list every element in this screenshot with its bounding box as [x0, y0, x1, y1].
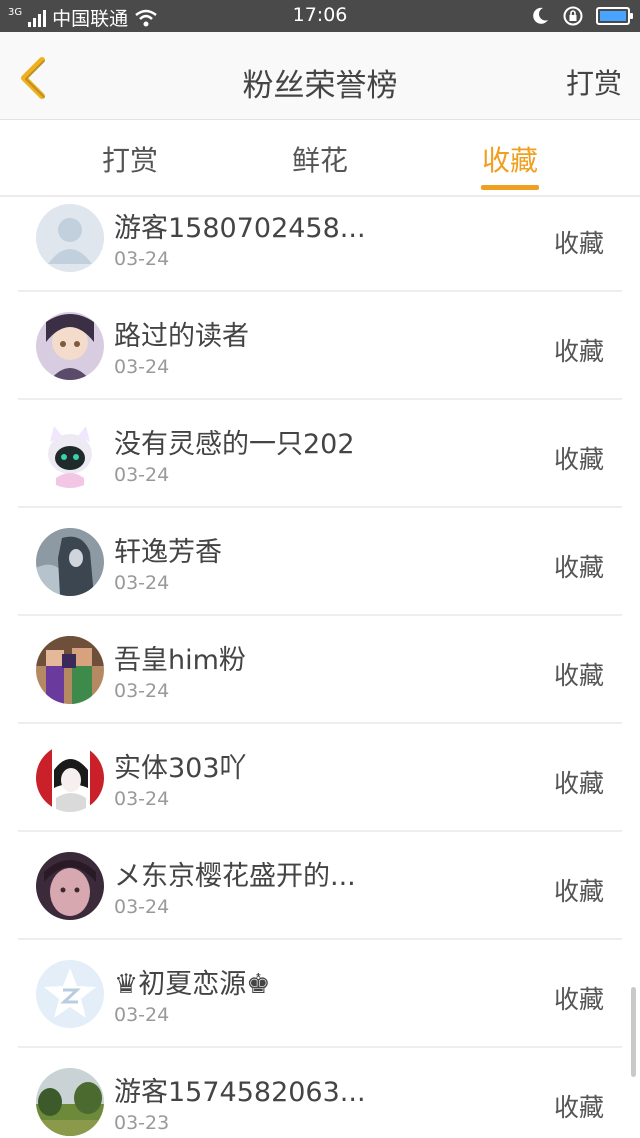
reward-button[interactable]: 打赏	[566, 62, 622, 102]
item-action-label: 收藏	[553, 661, 604, 690]
tab-favorites[interactable]: 收藏	[450, 139, 570, 179]
default-user-avatar	[36, 204, 104, 272]
status-right	[530, 5, 633, 27]
item-date: 03-24	[114, 896, 170, 918]
user-name: メ东京樱花盛开的...	[114, 861, 356, 892]
user-name: 游客1580702458...	[114, 213, 366, 244]
item-date: 03-24	[114, 680, 170, 702]
scrollbar[interactable]	[631, 987, 636, 1077]
item-action-label: 收藏	[553, 445, 604, 474]
item-date: 03-24	[114, 1004, 170, 1026]
list-item[interactable]: 游客1574582063... 03-23 收藏	[18, 1048, 622, 1138]
moon-icon	[533, 7, 548, 24]
hooded-figure-avatar	[36, 528, 104, 596]
list-item[interactable]: 实体303吖 03-24 收藏	[18, 724, 622, 832]
list-item[interactable]: 没有灵感的一只202 03-24 收藏	[18, 400, 622, 508]
tab-reward[interactable]: 打赏	[70, 139, 190, 179]
item-action-label: 收藏	[553, 553, 604, 582]
page-title: 粉丝荣誉榜	[242, 68, 398, 104]
user-name: 吾皇him粉	[114, 645, 246, 676]
item-date: 03-24	[114, 572, 170, 594]
rotation-lock-icon	[563, 6, 583, 26]
item-action-label: 收藏	[553, 769, 604, 798]
tab-bar: 打赏 鲜花 收藏	[0, 121, 640, 197]
red-white-character-avatar	[36, 744, 104, 812]
battery-icon	[596, 7, 633, 25]
girl-photo-avatar	[36, 852, 104, 920]
list-item[interactable]: メ东京樱花盛开的... 03-24 收藏	[18, 832, 622, 940]
item-date: 03-24	[114, 464, 170, 486]
item-action-label: 收藏	[553, 985, 604, 1014]
white-cat-character-avatar	[36, 420, 104, 488]
qq-star-avatar	[36, 960, 104, 1028]
item-date: 03-24	[114, 788, 170, 810]
list-item[interactable]: 路过的读者 03-24 收藏	[18, 292, 622, 400]
list-item[interactable]: 游客1580702458... 03-24 收藏	[18, 198, 622, 292]
list-item[interactable]: 吾皇him粉 03-24 收藏	[18, 616, 622, 724]
active-tab-indicator	[481, 185, 539, 190]
game-characters-avatar	[36, 636, 104, 704]
item-action-label: 收藏	[553, 1093, 604, 1122]
status-bar: 3G 中国联通 17:06	[0, 0, 640, 32]
anime-girl-avatar	[36, 312, 104, 380]
item-action-label: 收藏	[553, 877, 604, 906]
list-item[interactable]: ♛初夏恋源♚ 03-24 收藏	[18, 940, 622, 1048]
tab-flowers[interactable]: 鲜花	[260, 139, 380, 179]
user-name: ♛初夏恋源♚	[114, 969, 271, 1000]
landscape-photo-avatar	[36, 1068, 104, 1136]
item-date: 03-24	[114, 356, 170, 378]
user-name: 轩逸芳香	[114, 537, 222, 568]
user-name: 实体303吖	[114, 753, 247, 784]
app-header: 粉丝荣誉榜 打赏	[0, 32, 640, 120]
fan-list: 游客1580702458... 03-24 收藏 路过的读者 03-24 收藏 …	[0, 198, 640, 1138]
item-date: 03-23	[114, 1112, 170, 1134]
item-action-label: 收藏	[553, 229, 604, 258]
item-action-label: 收藏	[553, 337, 604, 366]
user-name: 路过的读者	[114, 321, 249, 352]
user-name: 没有灵感的一只202	[114, 429, 355, 460]
list-item[interactable]: 轩逸芳香 03-24 收藏	[18, 508, 622, 616]
user-name: 游客1574582063...	[114, 1077, 366, 1108]
item-date: 03-24	[114, 248, 170, 270]
